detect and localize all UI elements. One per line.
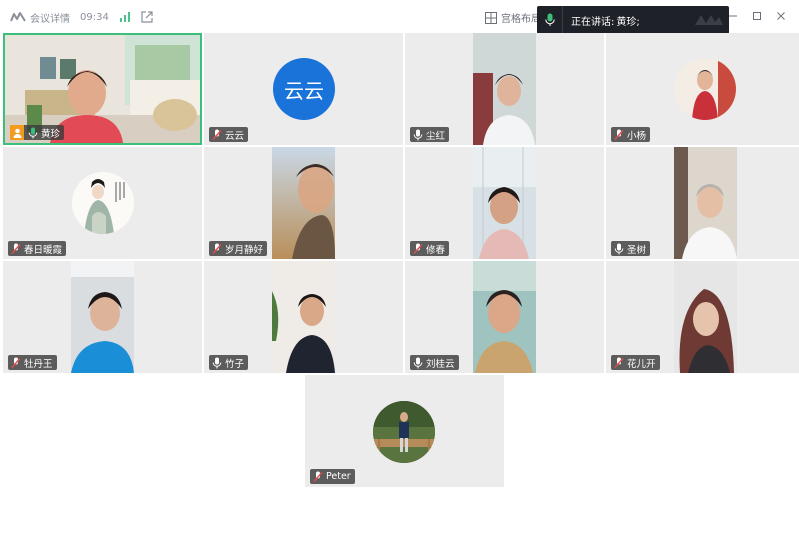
meeting-details-link[interactable]: 会议详情 [10, 10, 70, 25]
video-grid: 黄珍 云云 云云 尘红 小杨 春日暖霞 岁月静好 修春 圣树 牡丹王 竹子 刘桂… [0, 33, 799, 535]
speaking-label: 正在讲话: [571, 16, 615, 28]
participant-name: Peter [326, 471, 351, 482]
participant-name-tag: 黄珍 [10, 125, 65, 140]
signal-icon[interactable] [119, 12, 131, 22]
participant-name: 小杨 [627, 130, 647, 142]
participant-video [473, 33, 536, 145]
participant-tile-yunyun[interactable]: 云云 云云 [204, 33, 403, 145]
participant-tile-chenhong[interactable]: 尘红 [405, 33, 604, 145]
maximize-button[interactable] [745, 8, 769, 24]
mic-muted-icon [10, 357, 22, 369]
participant-tile-zhuzi[interactable]: 竹子 [204, 261, 403, 373]
participant-name: 黄珍 [41, 128, 61, 140]
mic-icon [412, 129, 424, 141]
mic-active-icon [27, 127, 39, 139]
participant-name-tag: 尘红 [410, 127, 450, 142]
participant-name-tag: 岁月静好 [209, 241, 268, 256]
participant-name-tag: 春日暖霞 [8, 241, 67, 256]
mic-muted-icon [211, 129, 223, 141]
participant-name: 岁月静好 [225, 244, 264, 256]
participant-tile-xiuchun[interactable]: 修春 [405, 147, 604, 259]
title-bar: 会议详情 09:34 宫格布局 正在讲话: 黄珍; [0, 0, 799, 34]
participant-name-tag: 花儿开 [611, 355, 660, 370]
mic-muted-icon [613, 357, 625, 369]
close-button[interactable] [769, 8, 793, 24]
participant-name-tag: 小杨 [611, 127, 651, 142]
participant-name: 云云 [225, 130, 245, 142]
host-badge-icon [10, 125, 24, 140]
participant-tile-peter[interactable]: Peter [305, 375, 504, 487]
mic-muted-icon [312, 471, 324, 483]
participant-name-tag: 刘桂云 [410, 355, 459, 370]
participant-tile-huaerkai[interactable]: 花儿开 [606, 261, 799, 373]
participant-tile-suiyuejinghao[interactable]: 岁月静好 [204, 147, 403, 259]
participant-name-tag: 圣树 [611, 241, 651, 256]
mic-muted-icon [10, 243, 22, 255]
avatar: 云云 [273, 58, 335, 120]
share-screen-icon[interactable] [141, 11, 153, 23]
participant-tile-liuguiyun[interactable]: 刘桂云 [405, 261, 604, 373]
mic-icon [211, 357, 223, 369]
participant-name: 圣树 [627, 244, 647, 256]
participant-tile-shengshu[interactable]: 圣树 [606, 147, 799, 259]
participant-video [473, 261, 536, 373]
participant-tile-chunrinuanxia[interactable]: 春日暖霞 [3, 147, 202, 259]
participant-name: 修春 [426, 244, 446, 256]
avatar-text: 云云 [284, 78, 324, 103]
participant-tile-huangzhen[interactable]: 黄珍 [3, 33, 202, 145]
participant-tile-xiaoyang[interactable]: 小杨 [606, 33, 799, 145]
participant-name-tag: Peter [310, 469, 355, 484]
participant-name: 花儿开 [627, 358, 656, 370]
participant-video [272, 261, 335, 373]
participant-name: 竹子 [225, 358, 245, 370]
participant-video [674, 261, 737, 373]
mic-icon [412, 357, 424, 369]
participant-name-tag: 竹子 [209, 355, 249, 370]
window-controls [721, 8, 793, 24]
avatar [674, 58, 736, 120]
participant-name-tag: 牡丹王 [8, 355, 57, 370]
participant-video [674, 147, 737, 259]
mic-muted-icon [412, 243, 424, 255]
grid-layout-icon [485, 11, 497, 24]
close-icon [777, 12, 785, 20]
maximize-icon [753, 12, 761, 20]
participant-name-tag: 云云 [209, 127, 249, 142]
avatar [72, 172, 134, 234]
participant-video [71, 261, 134, 373]
participant-name: 尘红 [426, 130, 446, 142]
avatar [373, 401, 435, 463]
participant-name: 牡丹王 [24, 358, 53, 370]
participant-video [272, 147, 335, 259]
participant-name: 刘桂云 [426, 358, 455, 370]
speaking-mic-icon [537, 6, 563, 34]
minimize-button[interactable] [721, 8, 745, 24]
app-logo-icon [10, 12, 26, 22]
participant-tile-mudanwang[interactable]: 牡丹王 [3, 261, 202, 373]
participant-name-tag: 修春 [410, 241, 450, 256]
participant-name: 春日暖霞 [24, 244, 63, 256]
meeting-details-label: 会议详情 [30, 13, 70, 25]
speaking-indicator: 正在讲话: 黄珍; [537, 6, 729, 34]
meeting-time: 09:34 [80, 11, 109, 23]
participant-video [473, 147, 536, 259]
mic-muted-icon [211, 243, 223, 255]
minimize-icon [729, 15, 737, 17]
mic-muted-icon [613, 129, 625, 141]
speaking-names: 黄珍; [616, 16, 640, 28]
title-bar-left: 会议详情 09:34 [10, 10, 163, 25]
grid-layout-button[interactable]: 宫格布局 [485, 10, 541, 25]
mic-icon [613, 243, 625, 255]
speaking-wave-icon [693, 13, 723, 30]
grid-layout-label: 宫格布局 [501, 14, 541, 25]
